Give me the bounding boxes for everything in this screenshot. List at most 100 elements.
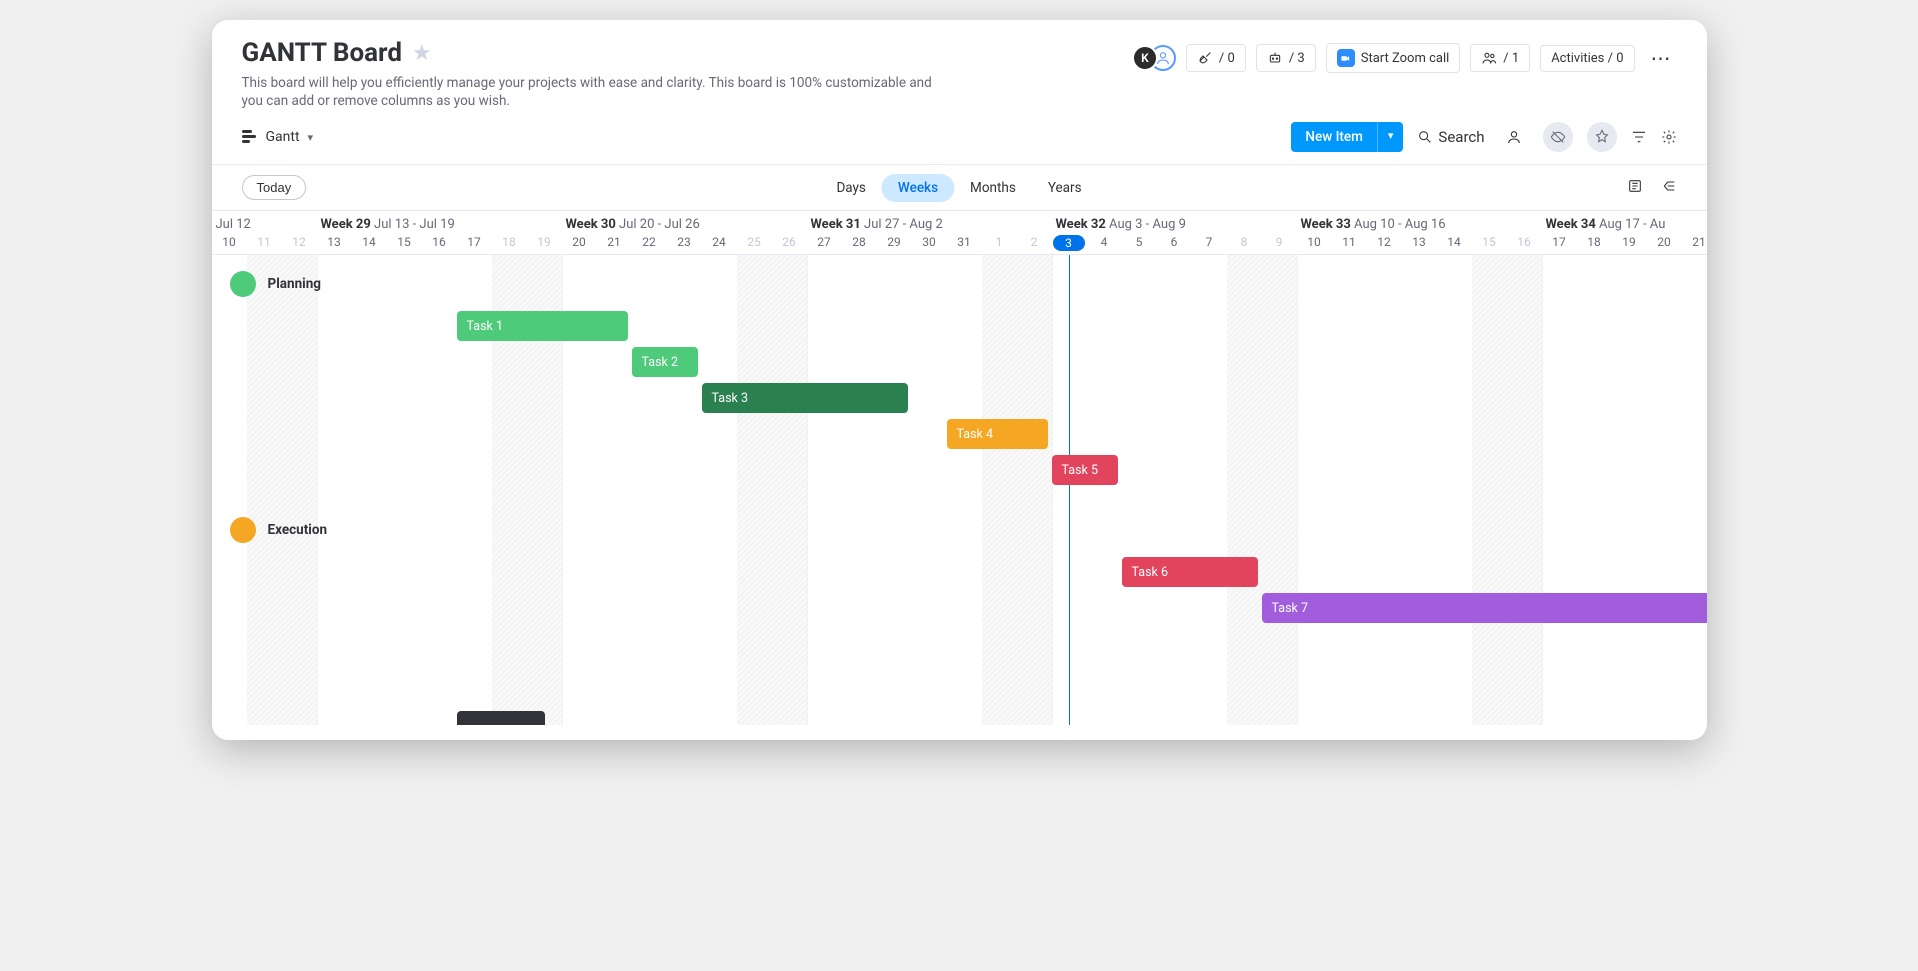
- day-label: 19: [1612, 235, 1647, 249]
- task-bar[interactable]: Task 1: [457, 311, 628, 341]
- avatar-user[interactable]: K: [1132, 45, 1158, 71]
- day-label: 10: [1297, 235, 1332, 249]
- filter-icon: [1631, 129, 1647, 145]
- week-label: Week 33 Aug 10 - Aug 16: [1301, 217, 1446, 232]
- day-label: 21: [597, 235, 632, 249]
- chart-body[interactable]: Planning Task 1Task 2Task 3 Task 4Task 5 Ex…: [212, 255, 1707, 725]
- gantt-chart: Jul 12 Week 29 Jul 13 - Jul 19Week 30 Ju…: [212, 211, 1707, 725]
- weekend-shade: [247, 255, 317, 725]
- activities-label: Activities / 0: [1551, 51, 1623, 66]
- day-label: 24: [702, 235, 737, 249]
- day-label: 15: [387, 235, 422, 249]
- app-window: GANTT Board ★ This board will help you e…: [212, 20, 1707, 740]
- day-label: 30: [912, 235, 947, 249]
- week-label: Week 34 Aug 17 - Au: [1546, 217, 1666, 232]
- group-row[interactable]: Planning: [212, 263, 322, 305]
- weekend-shade: [982, 255, 1052, 725]
- chevron-down-icon: ▾: [308, 131, 314, 144]
- view-selector[interactable]: Gantt ▾: [242, 129, 314, 145]
- today-button[interactable]: Today: [242, 175, 307, 200]
- day-label: 21: [1682, 235, 1707, 249]
- day-label: 20: [562, 235, 597, 249]
- zoom-call-button[interactable]: Start Zoom call: [1326, 43, 1461, 73]
- day-label: 12: [282, 235, 317, 249]
- group-name: Execution: [268, 522, 328, 538]
- integrations-button[interactable]: / 0: [1186, 44, 1246, 72]
- group-color-dot: [230, 517, 256, 543]
- day-label: 11: [247, 235, 282, 249]
- zoom-icon: [1337, 49, 1355, 67]
- day-label: 18: [492, 235, 527, 249]
- person-icon: [1506, 129, 1522, 145]
- week-label: Week 29 Jul 13 - Jul 19: [321, 217, 455, 232]
- day-label: 5: [1122, 235, 1157, 249]
- board-header: GANTT Board ★ This board will help you e…: [212, 20, 1707, 110]
- pin-button[interactable]: [1587, 122, 1617, 152]
- automations-button[interactable]: / 3: [1256, 44, 1316, 72]
- collapse-icon[interactable]: [1661, 178, 1677, 198]
- settings-button[interactable]: [1661, 129, 1677, 145]
- day-label: 13: [317, 235, 352, 249]
- people-button[interactable]: / 1: [1470, 44, 1530, 72]
- grid-line: [1297, 255, 1298, 725]
- day-label: 31: [947, 235, 982, 249]
- week-label: Week 30 Jul 20 - Jul 26: [566, 217, 700, 232]
- day-label: 16: [1507, 235, 1542, 249]
- day-label: 19: [527, 235, 562, 249]
- day-label: 8: [1227, 235, 1262, 249]
- hide-button[interactable]: [1543, 122, 1573, 152]
- search-button[interactable]: Search: [1417, 128, 1484, 146]
- timeline-toolbar: Today DaysWeeksMonthsYears: [212, 165, 1707, 211]
- export-icon[interactable]: [1627, 178, 1643, 198]
- day-label: 22: [632, 235, 667, 249]
- today-marker: 3: [1053, 235, 1085, 251]
- task-bar[interactable]: Task 4: [947, 419, 1048, 449]
- day-label: 9: [1262, 235, 1297, 249]
- integrations-count: / 0: [1219, 51, 1235, 66]
- star-icon[interactable]: ★: [412, 41, 432, 66]
- filter-button[interactable]: [1631, 129, 1647, 145]
- task-bar-partial[interactable]: [457, 711, 545, 725]
- zoom-tab-days[interactable]: Days: [820, 174, 881, 202]
- day-label: 2: [1017, 235, 1052, 249]
- task-bar[interactable]: Task 7: [1262, 593, 1707, 623]
- weekend-shade: [1227, 255, 1297, 725]
- new-item-dropdown[interactable]: ▾: [1377, 122, 1404, 152]
- activities-button[interactable]: Activities / 0: [1540, 45, 1634, 72]
- day-label: 7: [1192, 235, 1227, 249]
- view-name: Gantt: [266, 129, 300, 145]
- more-icon[interactable]: ⋯: [1645, 42, 1677, 74]
- zoom-tab-months[interactable]: Months: [954, 174, 1032, 202]
- day-label: 16: [422, 235, 457, 249]
- new-item-button[interactable]: New Item ▾: [1291, 122, 1403, 152]
- day-label: 11: [1332, 235, 1367, 249]
- pin-icon: [1594, 129, 1610, 145]
- task-bar[interactable]: Task 6: [1122, 557, 1258, 587]
- people-icon: [1481, 50, 1497, 66]
- view-bar: Gantt ▾ New Item ▾ Search: [212, 110, 1707, 165]
- task-bar[interactable]: Task 2: [632, 347, 698, 377]
- day-label: 13: [1402, 235, 1437, 249]
- today-line: [1069, 255, 1070, 725]
- day-label: 18: [1577, 235, 1612, 249]
- task-bar[interactable]: Task 5: [1052, 455, 1118, 485]
- automations-count: / 3: [1289, 51, 1305, 66]
- zoom-tab-years[interactable]: Years: [1032, 174, 1098, 202]
- person-filter-button[interactable]: [1499, 122, 1529, 152]
- eye-off-icon: [1550, 129, 1566, 145]
- zoom-call-label: Start Zoom call: [1361, 51, 1450, 66]
- grid-line: [1052, 255, 1053, 725]
- avatar-stack[interactable]: K: [1132, 45, 1176, 71]
- day-label: 14: [352, 235, 387, 249]
- week-header: Jul 12 Week 29 Jul 13 - Jul 19Week 30 Ju…: [212, 211, 1707, 233]
- week-label: Week 32 Aug 3 - Aug 9: [1056, 217, 1186, 232]
- new-item-label[interactable]: New Item: [1291, 122, 1377, 152]
- zoom-tab-weeks[interactable]: Weeks: [882, 174, 954, 202]
- group-row[interactable]: Execution: [212, 509, 328, 551]
- day-label: 10: [212, 235, 247, 249]
- day-label: 23: [667, 235, 702, 249]
- search-label: Search: [1438, 128, 1484, 146]
- day-label: 17: [1542, 235, 1577, 249]
- task-bar[interactable]: Task 3: [702, 383, 908, 413]
- board-description: This board will help you efficiently man…: [242, 74, 942, 110]
